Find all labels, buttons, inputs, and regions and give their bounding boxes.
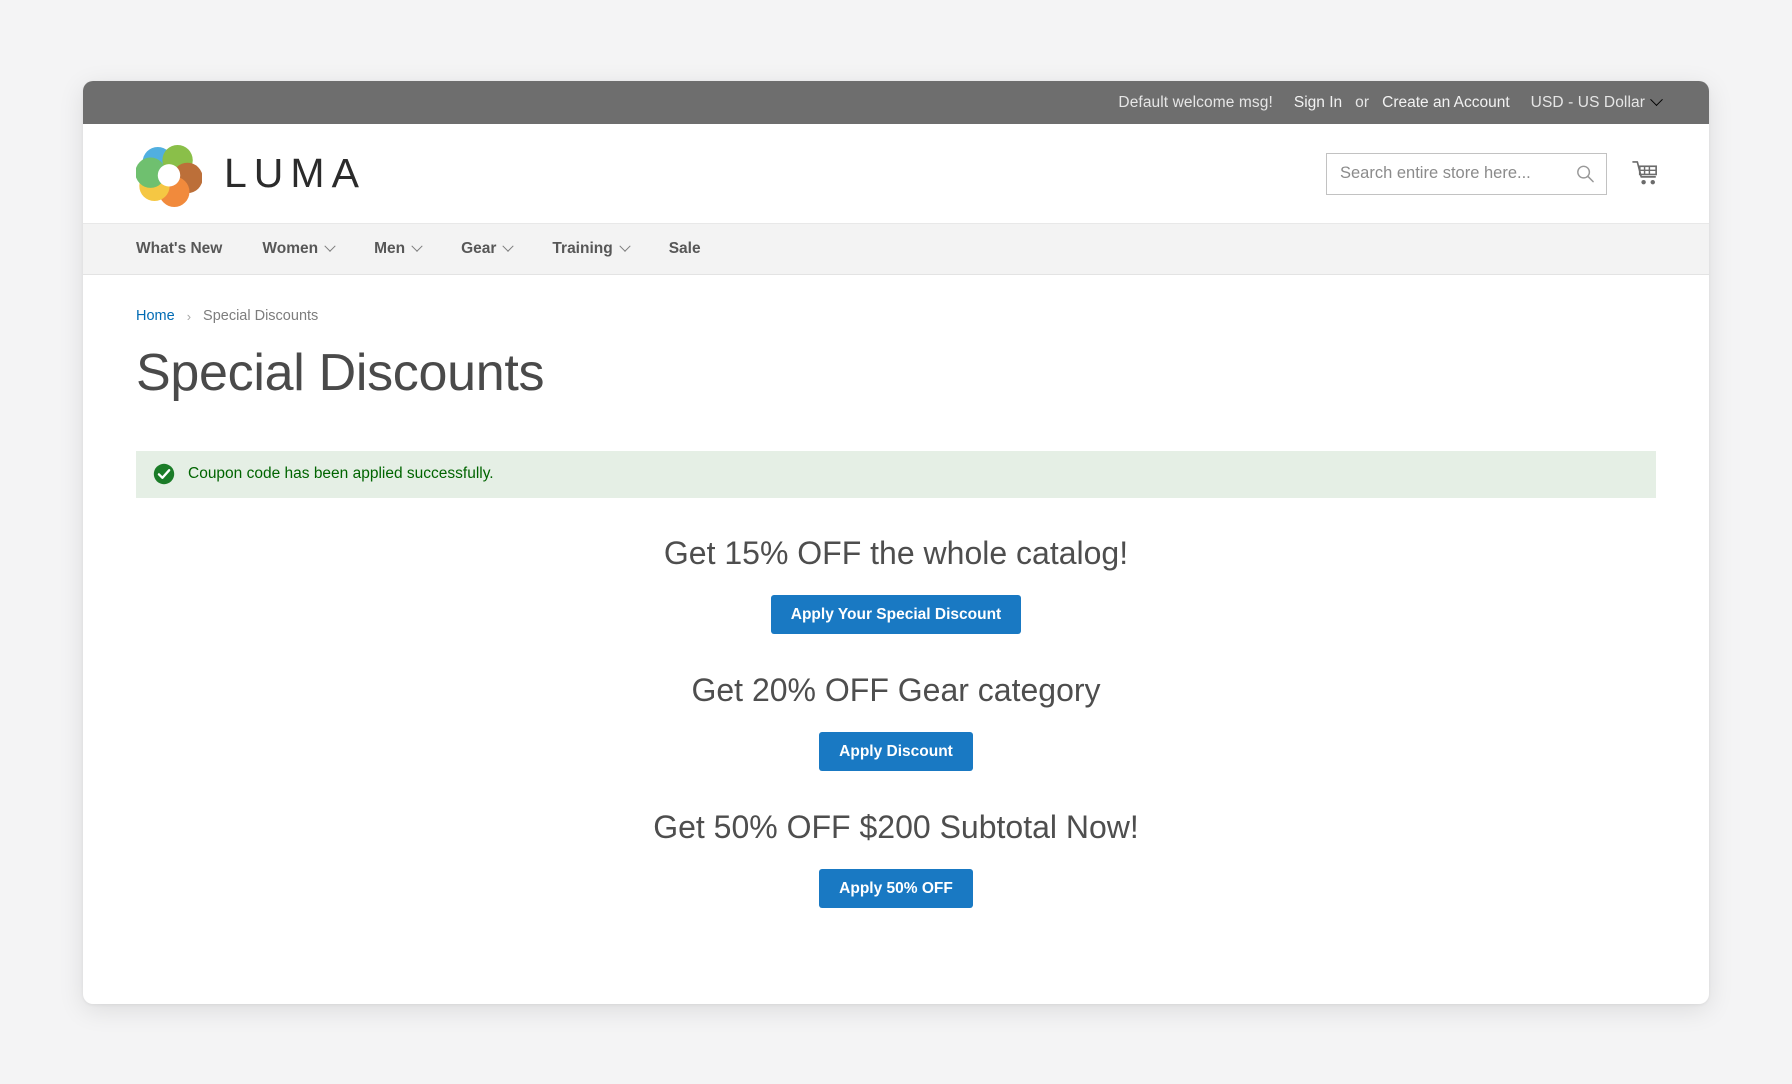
chevron-down-icon [619, 240, 631, 252]
search-box[interactable] [1326, 152, 1607, 195]
nav-item-label: Training [552, 240, 613, 257]
header-utilities [1326, 152, 1661, 195]
nav-item-label: Sale [668, 240, 701, 257]
top-panel: Default welcome msg! Sign In or Create a… [83, 81, 1709, 124]
promotion-item: Get 15% OFF the whole catalog! Apply You… [136, 533, 1656, 634]
promotion-item: Get 50% OFF $200 Subtotal Now! Apply 50%… [136, 807, 1656, 908]
promotion-item: Get 20% OFF Gear category Apply Discount [136, 670, 1656, 771]
nav-item-training[interactable]: Training [552, 240, 631, 258]
apply-fifty-percent-off-button[interactable]: Apply 50% OFF [819, 868, 973, 908]
apply-discount-button[interactable]: Apply Discount [819, 731, 973, 771]
nav-item-whats-new[interactable]: What's New [136, 240, 222, 258]
nav-item-label: Men [374, 240, 406, 257]
chevron-down-icon [324, 240, 336, 252]
success-message-text: Coupon code has been applied successfull… [188, 465, 494, 483]
breadcrumb-separator-icon: › [186, 308, 192, 324]
site-header: LUMA [83, 124, 1709, 223]
luma-ring-logo-icon [136, 144, 202, 207]
logo-home-link[interactable]: LUMA [136, 141, 366, 207]
nav-item-label: What's New [136, 240, 223, 257]
chevron-down-icon [502, 240, 515, 252]
promotion-headline: Get 50% OFF $200 Subtotal Now! [653, 808, 1139, 845]
create-account-link[interactable]: Create an Account [1382, 94, 1510, 112]
nav-item-sale[interactable]: Sale [669, 240, 701, 258]
sign-in-link[interactable]: Sign In [1294, 94, 1342, 112]
shopping-cart-icon[interactable] [1632, 160, 1661, 187]
or-label: or [1355, 93, 1370, 111]
promotions-list: Get 15% OFF the whole catalog! Apply You… [136, 498, 1656, 908]
breadcrumb-current: Special Discounts [203, 308, 319, 324]
nav-item-label: Gear [461, 240, 497, 257]
search-icon[interactable] [1576, 164, 1595, 183]
page-content: Home › Special Discounts Special Discoun… [83, 275, 1709, 908]
nav-item-label: Women [262, 240, 319, 257]
chevron-down-icon [411, 240, 423, 252]
check-circle-icon [153, 463, 175, 485]
chevron-down-icon [1650, 93, 1663, 107]
apply-special-discount-button[interactable]: Apply Your Special Discount [770, 594, 1022, 634]
logo-wordmark: LUMA [224, 150, 366, 196]
search-input[interactable] [1327, 153, 1606, 194]
breadcrumb-home-link[interactable]: Home [136, 308, 175, 324]
nav-item-men[interactable]: Men [374, 240, 423, 258]
nav-item-gear[interactable]: Gear [461, 240, 515, 258]
main-navigation: What's New Women Men Gear Training Sale [83, 223, 1709, 275]
promotion-headline: Get 15% OFF the whole catalog! [663, 534, 1129, 571]
success-message-banner: Coupon code has been applied successfull… [136, 450, 1656, 498]
currency-switcher[interactable]: USD - US Dollar [1530, 93, 1663, 112]
nav-item-women[interactable]: Women [262, 240, 336, 258]
promotion-headline: Get 20% OFF Gear category [691, 671, 1101, 708]
browser-window: Default welcome msg! Sign In or Create a… [83, 81, 1709, 1004]
page-title: Special Discounts [136, 344, 545, 402]
currency-label: USD - US Dollar [1530, 93, 1645, 111]
breadcrumb: Home › Special Discounts [136, 275, 1656, 324]
welcome-message: Default welcome msg! [1118, 93, 1273, 111]
